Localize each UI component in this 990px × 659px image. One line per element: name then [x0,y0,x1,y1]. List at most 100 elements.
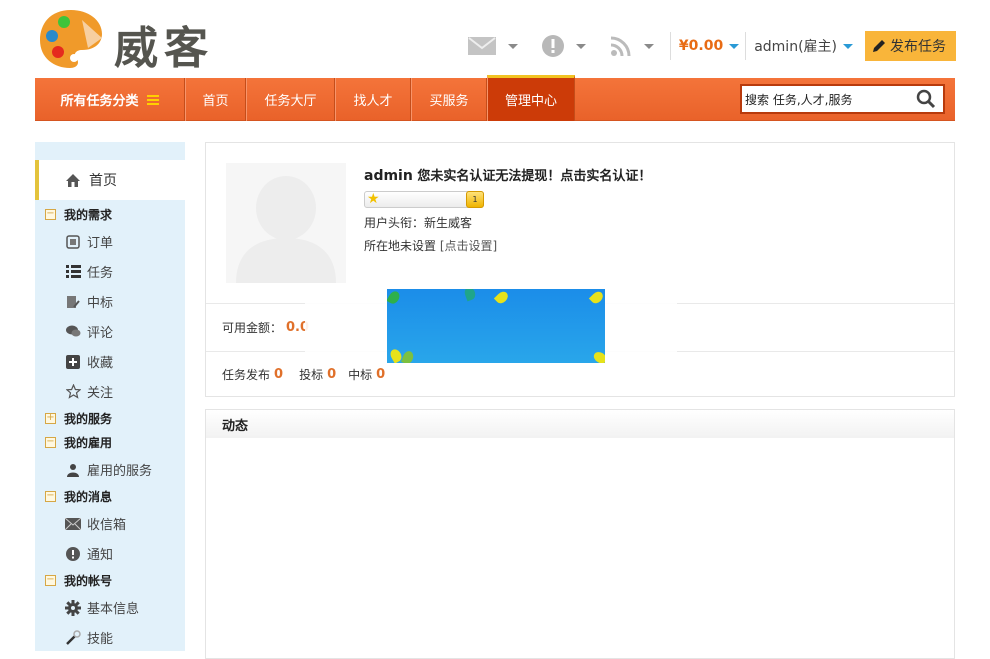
activity-title: 动态 [222,418,249,434]
username: admin [364,168,413,184]
mail-icon [467,37,496,55]
sidebar-item-inbox[interactable]: 收信箱 [65,514,126,533]
star-icon: ★ [367,191,380,207]
sidebar-item-bids-won[interactable]: 中标 [65,292,113,311]
group-label: 我的雇用 [64,436,113,450]
nav-label: 任务大厅 [264,94,317,109]
sidebar-group-my-needs[interactable]: − 我的需求 [45,206,112,223]
all-categories-menu[interactable]: 所有任务分类 [35,78,185,121]
sidebar-group-my-services[interactable]: + 我的服务 [45,410,112,427]
sidebar-item-label: 关注 [87,386,114,401]
chevron-down-icon [575,43,586,49]
nav-label: 首页 [202,94,229,109]
title-value: 新生威客 [424,216,473,230]
search-input[interactable] [742,92,912,106]
location-text: 所在地未设置 [364,239,437,253]
order-icon [65,234,81,250]
home-icon [66,173,80,187]
star-icon [65,384,81,400]
sidebar-item-hired-services[interactable]: 雇用的服务 [65,460,152,479]
all-categories-label: 所有任务分类 [60,94,139,109]
sidebar-item-label: 评论 [87,326,114,341]
user-name: admin(雇主) [754,39,837,55]
chevron-down-icon [729,43,740,49]
site-logo[interactable]: 威客 [38,8,228,74]
sidebar-item-home[interactable]: 首页 [35,160,185,200]
sidebar-item-basic-info[interactable]: 基本信息 [65,598,139,617]
search-icon[interactable] [916,89,936,109]
title-label: 用户头衔： [364,216,425,230]
profile-headline: admin 您未实名认证无法提现！点击实名认证！ [364,165,651,184]
collapse-icon: − [45,208,56,220]
popup-banner-image [387,289,605,363]
publish-task-button[interactable]: 发布任务 [865,31,956,61]
set-location-link[interactable]: [点击设置] [440,239,497,253]
sidebar-item-label: 技能 [87,632,114,647]
nav-item-task-hall[interactable]: 任务大厅 [246,78,335,121]
sidebar-item-label: 收信箱 [87,518,127,533]
mail-menu[interactable] [467,37,518,55]
sidebar-item-label: 订单 [87,236,114,251]
publish-task-label: 发布任务 [890,38,946,54]
nav-item-find-talent[interactable]: 找人才 [335,78,411,121]
comment-icon [65,324,81,340]
activity-panel: 动态 [205,409,955,659]
sidebar-item-label: 中标 [87,296,114,311]
balance-label: 可用金额： [222,321,283,335]
alert-icon [65,546,81,562]
sidebar-item-follows[interactable]: 关注 [65,382,113,401]
sidebar-item-comments[interactable]: 评论 [65,322,113,341]
nav-item-buy-service[interactable]: 买服务 [411,78,487,121]
balance-menu[interactable]: ¥0.00 [678,38,740,54]
nav-item-home[interactable]: 首页 [185,78,246,121]
user-menu[interactable]: admin(雇主) [754,36,853,56]
sidebar-item-orders[interactable]: 订单 [65,232,113,251]
nav-item-admin-center[interactable]: 管理中心 [487,75,575,121]
envelope-icon [65,516,81,532]
top-toolbar: ¥0.00 admin(雇主) 发布任务 [467,31,956,61]
balance-value: ¥0.00 [678,38,724,54]
sidebar-item-label: 雇用的服务 [87,464,153,479]
group-label: 我的服务 [64,412,113,426]
notice-icon [541,35,564,57]
sidebar-item-label: 首页 [89,173,117,189]
level-badge: 1 [466,191,484,208]
group-label: 我的帐号 [64,574,113,588]
group-label: 我的需求 [64,208,113,222]
leaf-decoration [591,349,605,363]
nav-label: 买服务 [429,94,469,109]
header: 威客 ¥0.00 admin(雇主) 发布任务 [0,0,990,78]
chevron-down-icon [507,43,518,49]
win-count: 0 [376,367,386,382]
sidebar-group-my-account[interactable]: − 我的帐号 [45,572,112,589]
sidebar-item-favorites[interactable]: 收藏 [65,352,113,371]
avatar[interactable] [226,163,346,283]
sidebar-item-skills[interactable]: 技能 [65,628,113,647]
group-label: 我的消息 [64,490,113,504]
search-box [740,84,945,114]
rss-menu[interactable] [610,35,654,57]
rss-icon [610,36,631,57]
title-line: 用户头衔：新生威客 [364,214,651,231]
sidebar-item-label: 收藏 [87,356,114,371]
publish-count-label: 任务发布 [222,368,271,382]
verify-warning-link[interactable]: 您未实名认证无法提现！点击实名认证！ [417,169,651,184]
sidebar-item-notifications[interactable]: 通知 [65,544,113,563]
collapse-icon: − [45,436,56,448]
leaf-decoration [463,289,477,302]
sidebar-group-my-hires[interactable]: − 我的雇用 [45,434,112,451]
bid-count-label: 投标 [299,368,324,382]
level-bar: ★ 1 [364,191,484,208]
list-icon [65,264,81,280]
plus-square-icon [65,354,81,370]
sidebar-item-tasks[interactable]: 任务 [65,262,113,281]
leaf-decoration [387,289,402,306]
leaf-decoration [401,349,415,363]
list-icon [146,94,159,105]
notice-menu[interactable] [541,35,586,57]
chevron-down-icon [843,43,853,49]
collapse-icon: − [45,490,56,502]
divider [745,32,747,60]
sidebar-group-my-messages[interactable]: − 我的消息 [45,488,112,505]
nav-label: 找人才 [353,94,393,109]
